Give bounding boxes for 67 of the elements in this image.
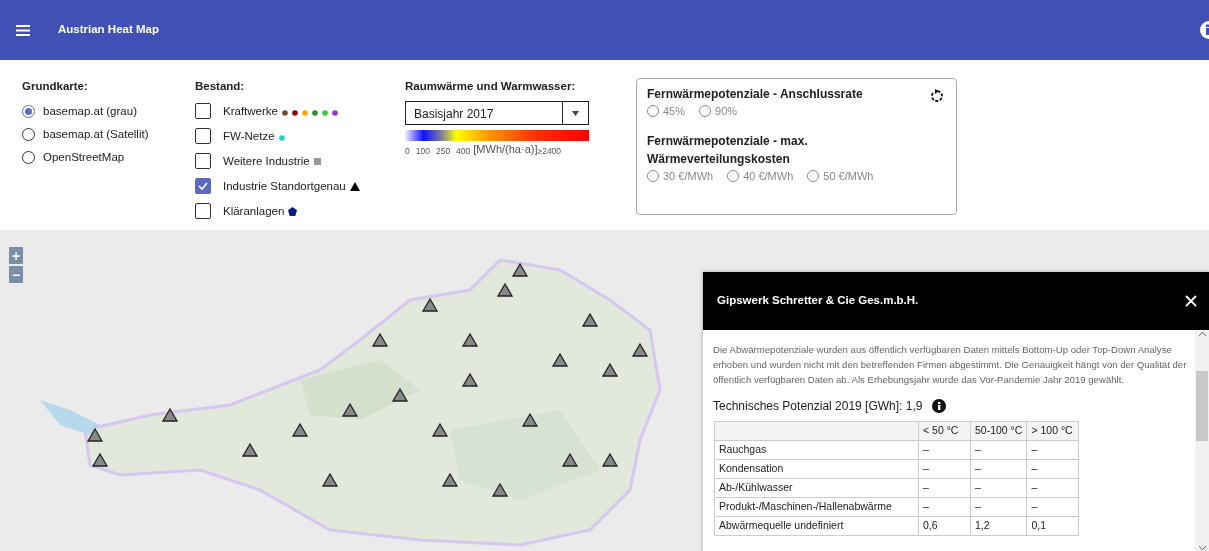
info-icon[interactable] [1200,21,1209,39]
option-label[interactable]: basemap.at (Satellit) [43,125,149,143]
table-cell: – [1026,459,1079,479]
table-cell: 0,6 [918,516,971,536]
layer-label[interactable]: Kläranlagen [223,202,285,220]
layer-label[interactable]: FW-Netze [223,127,275,145]
table-cell: – [1026,478,1079,498]
check-icon[interactable] [198,182,208,191]
table-cell: – [918,440,971,460]
table-cell: 1,2 [970,516,1027,536]
checkbox[interactable] [195,103,211,120]
info-icon[interactable] [932,399,947,413]
section-title: Raumwärme und Warmwasser: [405,79,577,94]
scrollbar[interactable] [1195,330,1209,551]
group-title: Fernwärmepotenziale - Anschlussrate [647,86,863,103]
dropdown-caret-icon[interactable] [572,110,579,116]
option-label[interactable]: OpenStreetMap [43,148,125,166]
table-cell: – [918,459,971,479]
radio-option[interactable]: 90% [699,103,738,120]
table-cell: – [970,497,1027,517]
row-label: Produkt-/Maschinen-/Hallenabwärme [714,497,919,517]
table-cell: – [1026,497,1079,517]
table-cell: – [1026,440,1079,460]
row-label: Rauchgas [714,440,919,460]
scale-tick-label: 400 [456,145,471,158]
option-label[interactable]: basemap.at (grau) [43,102,137,120]
checkbox[interactable] [195,153,211,170]
description-text: Die Abwärmepotenziale wurden aus öffentlich verfügbaren Daten mittels Bottom-Up oder Top-Down Analyse erhoben und wurden nicht mit den betreffenden Firmen abgestimmt. Die Genauigkeit hängt von der Qualität der öffentlich verfügbaren Daten ab. Als Erhebungsjahr wurde das Vor-Pandemie Jahr 2019 gewählt. [713,343,1187,387]
group-title: Fernwärmepotenziale - max. Wärmeverteilungskosten [647,132,809,168]
scroll-up-icon[interactable] [1198,332,1206,336]
table-cell: – [970,440,1027,460]
scroll-down-icon[interactable] [1198,546,1206,550]
column-header: 50-100 °C [970,421,1027,441]
close-icon[interactable] [1185,295,1197,307]
reset-icon[interactable] [930,89,944,103]
year-select[interactable]: Basisjahr 2017 [405,101,589,126]
scale-tick-label: 250 [435,145,451,158]
checkbox[interactable] [195,178,211,195]
layer-label[interactable]: Industrie Standortgenau [223,177,346,195]
app-title: Austrian Heat Map [58,22,159,38]
scale-tick-label: ≥2400 [537,146,562,158]
table-cell: – [918,497,971,517]
menu-icon[interactable] [16,24,30,36]
potential-heading: Technisches Potenzial 2019 [GWh]: 1,9 [713,398,923,415]
column-header: < 50 °C [918,421,971,441]
checkbox[interactable] [195,128,211,145]
scale-tick-label: 0 [405,145,410,158]
radio-option[interactable]: 30 €/MWh [647,167,714,184]
section-title: Bestand: [195,79,246,94]
scale-unit: [MWh/(ha·a)] [473,142,538,158]
table-cell: – [970,459,1027,479]
table-cell: 0,1 [1026,516,1079,536]
layer-label[interactable]: Kraftwerke [223,102,278,120]
table-cell: – [970,478,1027,498]
radio-option[interactable]: 45% [647,103,686,120]
checkbox[interactable] [195,203,211,220]
section-title: Grundkarte: [22,79,89,94]
layer-label[interactable]: Weitere Industrie [223,152,310,170]
column-header: > 100 °C [1026,421,1079,441]
row-label: Ab-/Kühlwasser [714,478,919,498]
row-label: Abwärmequelle undefiniert [714,516,919,536]
table-cell: – [918,478,971,498]
radio-option[interactable]: 50 €/MWh [807,167,874,184]
popup-title: Gipswerk Schretter & Cie Ges.m.b.H. [717,293,919,309]
radio-option[interactable]: 40 €/MWh [727,167,794,184]
scale-tick-label: 100 [415,145,430,158]
row-label: Kondensation [714,459,919,479]
